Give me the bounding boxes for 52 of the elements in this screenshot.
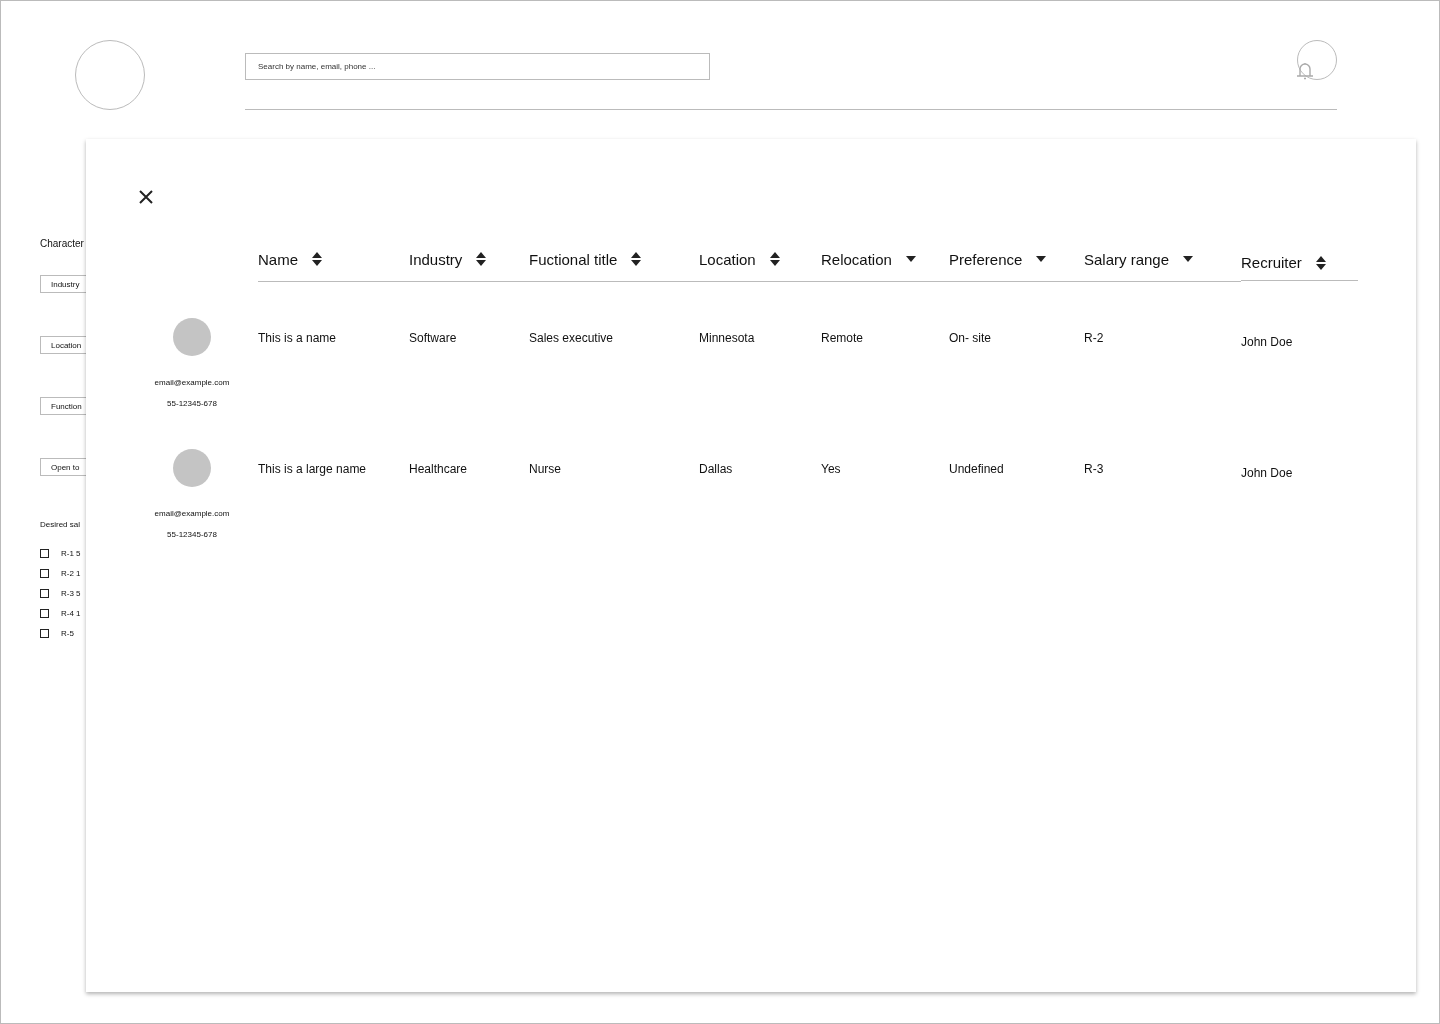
table-cell: Yes	[821, 462, 841, 476]
table-cell: John Doe	[1241, 335, 1293, 349]
search-field[interactable]: Search by name, email, phone ...	[245, 53, 710, 80]
column-header[interactable]: Name	[258, 250, 298, 268]
avatar	[173, 318, 211, 356]
phone-text: 55-12345-678	[167, 530, 217, 539]
column-header[interactable]: Location	[699, 250, 756, 268]
checkbox-label: R-5	[61, 629, 74, 638]
email-text: email@example.com	[154, 509, 230, 518]
checkbox[interactable]	[40, 569, 49, 578]
sort-icon[interactable]	[769, 252, 780, 266]
column-header[interactable]: Salary range	[1084, 250, 1170, 268]
table-cell: This is a large name	[258, 462, 367, 476]
checkbox-label: R-3 5	[61, 589, 81, 598]
table-cell: Software	[409, 331, 457, 345]
checkbox[interactable]	[40, 609, 49, 618]
table-cell: Nurse	[529, 462, 561, 476]
sort-icon[interactable]	[476, 252, 487, 266]
avatar	[173, 449, 211, 487]
table-cell: John Doe	[1241, 466, 1293, 480]
table-cell: Healthcare	[409, 462, 468, 476]
checkbox[interactable]	[40, 629, 49, 638]
table-cell: Dallas	[699, 462, 733, 476]
table-cell: R-2	[1084, 331, 1104, 345]
checkbox[interactable]	[40, 549, 49, 558]
column-header[interactable]: Relocation	[821, 250, 892, 268]
table-cell: On- site	[949, 331, 991, 345]
caret-icon[interactable]	[1183, 256, 1194, 262]
sort-icon[interactable]	[312, 252, 322, 266]
column-header[interactable]: Fuctional title	[529, 250, 618, 268]
salary-title: Desired sal	[40, 520, 80, 529]
table-cell: Minnesota	[699, 331, 755, 345]
checkbox-label: R-4 1	[61, 609, 81, 618]
table-cell: Undefined	[949, 462, 1004, 476]
checkbox[interactable]	[40, 589, 49, 598]
caret-icon[interactable]	[905, 256, 916, 262]
checkbox-label: R-1 5	[61, 549, 81, 558]
table-cell: Sales executive	[529, 331, 614, 345]
checkbox-label: R-2 1	[61, 569, 81, 578]
column-header[interactable]: Recruiter	[1241, 254, 1302, 271]
table-cell: R-3	[1084, 462, 1104, 476]
email-text: email@example.com	[154, 378, 230, 387]
column-header[interactable]: Preference	[949, 250, 1023, 268]
caret-icon[interactable]	[1036, 256, 1047, 262]
table-cell: This is a name	[258, 331, 337, 345]
filters-title: Character	[40, 238, 84, 249]
phone-text: 55-12345-678	[167, 399, 217, 408]
table-cell: Remote	[821, 331, 864, 345]
column-header[interactable]: Industry	[409, 250, 463, 268]
close-icon[interactable]	[138, 189, 154, 205]
sort-icon[interactable]	[631, 252, 642, 266]
sort-icon[interactable]	[1315, 255, 1326, 270]
